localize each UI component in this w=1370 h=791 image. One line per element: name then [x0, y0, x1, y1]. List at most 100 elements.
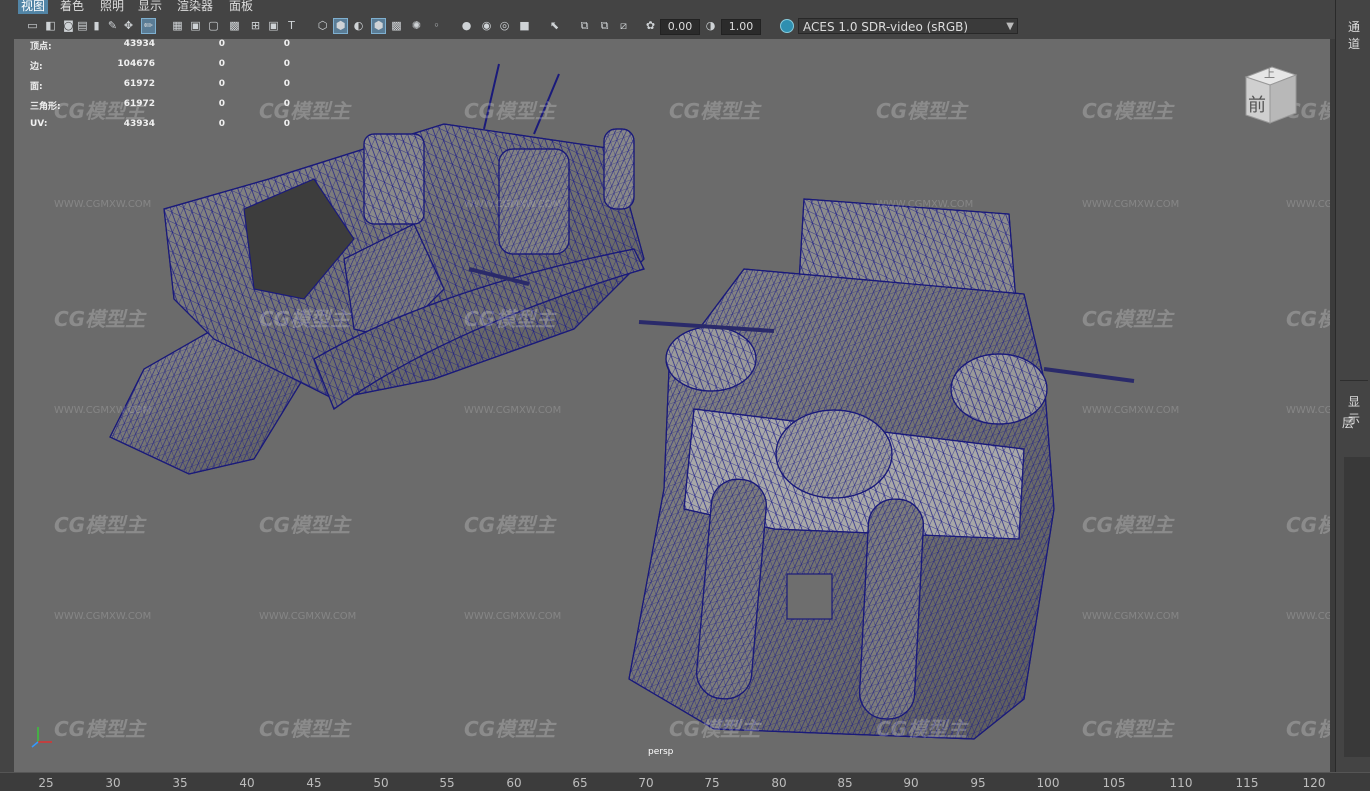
time-tick: 95: [970, 776, 986, 790]
color-space-dropdown[interactable]: ACES 1.0 SDR-video (sRGB) ▼: [798, 18, 1018, 34]
exposure-field[interactable]: 0.00: [660, 19, 700, 35]
channel-box-panel: 通道 显示 层: [1335, 0, 1370, 772]
hud-value: 0: [218, 119, 225, 129]
time-tick: 120: [1302, 776, 1326, 790]
color-space-value: ACES 1.0 SDR-video (sRGB): [803, 20, 969, 34]
resolution-gate-icon[interactable]: ▢: [207, 19, 220, 33]
hud-label: 顶点:: [30, 42, 52, 52]
viewport-menubar: 视图 着色 照明 显示 渲染器 面板: [0, 0, 1335, 14]
textured-icon[interactable]: ▩: [390, 19, 403, 33]
time-tick: 50: [373, 776, 389, 790]
left-edge: [0, 14, 14, 772]
bookmark-icon[interactable]: ▮: [90, 19, 103, 33]
time-tick: 100: [1036, 776, 1060, 790]
time-tick: 85: [837, 776, 853, 790]
depth-of-field-icon[interactable]: ■: [518, 19, 531, 33]
select-camera-icon[interactable]: ▭: [26, 19, 39, 33]
pencil-tool-icon[interactable]: ✏: [141, 18, 156, 34]
time-tick: 70: [638, 776, 654, 790]
wireframe-icon[interactable]: ⬡: [316, 19, 329, 33]
time-tick: 80: [771, 776, 787, 790]
layer-list[interactable]: [1344, 457, 1370, 757]
time-tick: 110: [1169, 776, 1193, 790]
hud-value: 0: [218, 39, 225, 49]
layer-tab[interactable]: 层: [1342, 414, 1354, 431]
time-tick: 90: [903, 776, 919, 790]
xray-icon[interactable]: ⧉: [578, 19, 591, 33]
time-tick: 75: [704, 776, 720, 790]
xray-joints-icon[interactable]: ⧉: [598, 19, 611, 33]
hud-value: 0: [218, 59, 225, 69]
time-tick: 105: [1102, 776, 1126, 790]
hud-value: 0: [283, 119, 290, 129]
gamma-icon[interactable]: ◑: [704, 19, 717, 33]
time-slider[interactable]: 25 30 35 40 45 50 55 60 65 70 75 80 85 9…: [0, 772, 1370, 791]
camera-name-label: persp: [648, 747, 674, 757]
hud-row-vertices: 顶点: 43934 0 0: [30, 39, 300, 59]
poly-count-hud: 顶点: 43934 0 0 边: 104676 0 0 面: 61972 0 0…: [30, 39, 300, 139]
shadows-icon[interactable]: ◦: [430, 19, 443, 33]
gamma-field[interactable]: 1.00: [721, 19, 761, 35]
hud-value: 43934: [123, 119, 155, 129]
hud-value: 0: [218, 99, 225, 109]
hud-row-triangles: 三角形: 61972 0 0: [30, 99, 300, 119]
menu-show[interactable]: 显示: [135, 0, 165, 14]
menu-panels[interactable]: 面板: [226, 0, 256, 14]
anti-aliasing-icon[interactable]: ◎: [498, 19, 511, 33]
3d-viewport[interactable]: CG模型主 CG模型主 CG模型主 CG模型主 CG模型主 CG模型主 CG模型…: [14, 39, 1330, 772]
chevron-down-icon: ▼: [1006, 21, 1014, 32]
smooth-shade-icon[interactable]: ⬢: [333, 18, 348, 34]
use-all-lights-icon[interactable]: ✺: [410, 19, 423, 33]
hud-label: 三角形:: [30, 102, 61, 112]
grid-icon[interactable]: ▦: [171, 19, 184, 33]
safe-title-icon[interactable]: T: [285, 19, 298, 33]
time-tick: 60: [506, 776, 522, 790]
default-material-icon[interactable]: ◐: [352, 19, 365, 33]
menu-shading[interactable]: 着色: [57, 0, 87, 14]
hud-label: 边:: [30, 62, 43, 72]
wireframe-on-shaded-icon[interactable]: ⬢: [371, 18, 386, 34]
grease-pencil-icon[interactable]: ✥: [122, 19, 135, 33]
hud-row-faces: 面: 61972 0 0: [30, 79, 300, 99]
motion-blur-icon[interactable]: ◉: [480, 19, 493, 33]
time-tick: 65: [572, 776, 588, 790]
exposure-icon[interactable]: ✿: [644, 19, 657, 33]
hud-value: 0: [283, 39, 290, 49]
xray-components-icon[interactable]: ⧄: [617, 19, 630, 33]
time-tick: 35: [172, 776, 188, 790]
hud-label: UV:: [30, 119, 48, 129]
channel-box-label[interactable]: 通道: [1348, 18, 1370, 52]
hud-label: 面:: [30, 82, 43, 92]
camera-attributes-icon[interactable]: ◧: [44, 19, 57, 33]
isolate-select-icon[interactable]: ⬉: [548, 19, 561, 33]
hud-value: 0: [283, 59, 290, 69]
menu-view[interactable]: 视图: [18, 0, 49, 14]
hud-value: 43934: [123, 39, 155, 49]
scene-render: [31, 63, 1135, 748]
time-tick: 45: [306, 776, 322, 790]
vehicle-right: [628, 198, 1135, 740]
hud-row-edges: 边: 104676 0 0: [30, 59, 300, 79]
hud-value: 61972: [123, 99, 155, 109]
image-plane-icon[interactable]: ▤: [76, 19, 89, 33]
field-chart-icon[interactable]: ⊞: [249, 19, 262, 33]
color-management-icon[interactable]: [780, 19, 794, 33]
hud-value: 61972: [123, 79, 155, 89]
film-gate-icon[interactable]: ▣: [189, 19, 202, 33]
view-cube-top-label: 上: [1264, 67, 1275, 80]
menu-renderer[interactable]: 渲染器: [174, 0, 216, 14]
menu-lighting[interactable]: 照明: [97, 0, 127, 14]
hud-row-uvs: UV: 43934 0 0: [30, 119, 300, 139]
gate-mask-icon[interactable]: ▩: [228, 19, 241, 33]
panel-divider: [1340, 380, 1368, 381]
panel-toolbar: ▭ ◧ ◙ ▤ ▮ ✎ ✥ ✏ ▦ ▣ ▢ ▩ ⊞ ▣ T ⬡ ⬢ ◐ ⬢ ▩ …: [14, 15, 1335, 39]
time-tick: 40: [239, 776, 255, 790]
camera-bookmark-icon[interactable]: ◙: [62, 19, 75, 33]
screen-space-ao-icon[interactable]: ●: [460, 19, 473, 33]
view-cube[interactable]: 上 前: [1242, 63, 1298, 127]
safe-action-icon[interactable]: ▣: [267, 19, 280, 33]
time-tick: 25: [38, 776, 54, 790]
hud-value: 0: [283, 79, 290, 89]
axis-gizmo: [31, 727, 52, 748]
2d-pan-zoom-icon[interactable]: ✎: [106, 19, 119, 33]
